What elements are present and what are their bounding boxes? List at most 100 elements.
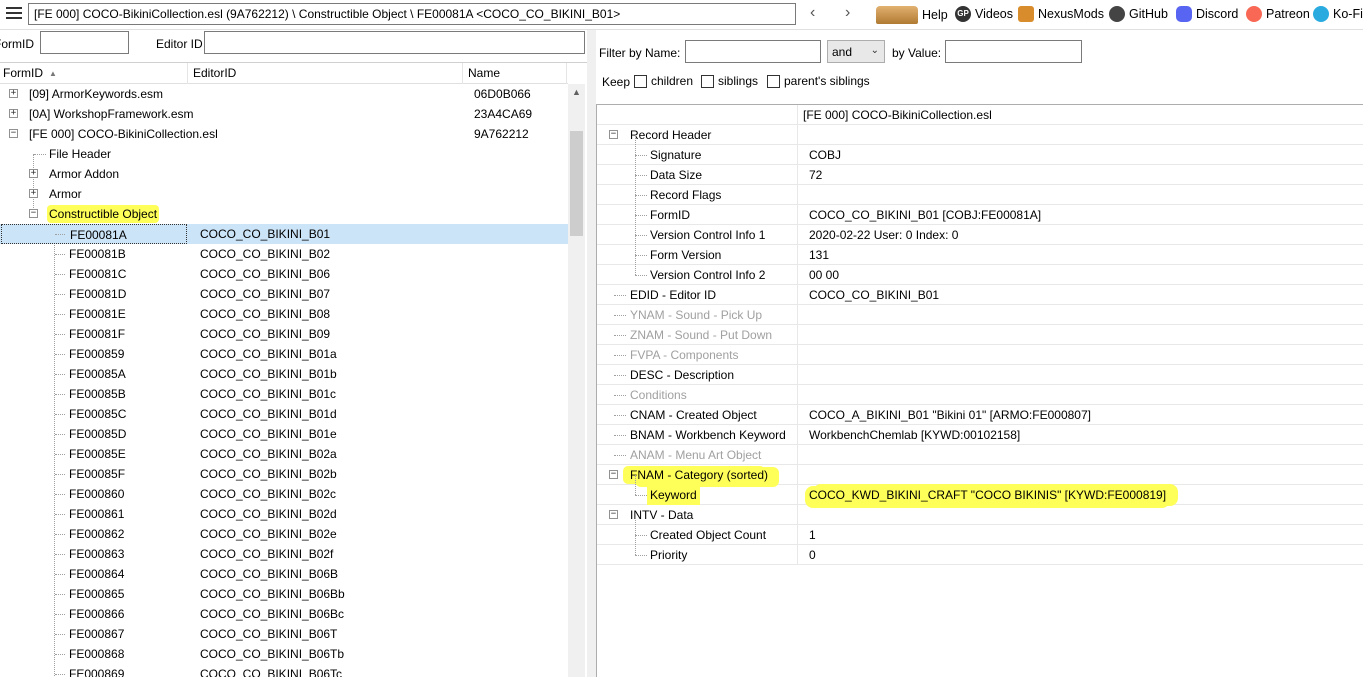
column-divider [797, 425, 798, 445]
record-view[interactable]: [FE 000] COCO-BikiniCollection.esl − Reco… [596, 104, 1363, 677]
table-row[interactable]: FE00081A COCO_CO_BIKINI_B01 [0, 224, 568, 244]
table-row[interactable]: FE000865 COCO_CO_BIKINI_B06Bb [0, 584, 568, 604]
record-path-field[interactable]: [FE 000] COCO-BikiniCollection.esl (9A76… [28, 3, 796, 25]
collapse-icon[interactable]: − [29, 209, 38, 218]
table-row[interactable]: FE00081E COCO_CO_BIKINI_B08 [0, 304, 568, 324]
record-tree[interactable]: FormID ▲ EditorID Name + [09] ArmorKeywor… [0, 62, 587, 677]
field-row[interactable]: FormID COCO_CO_BIKINI_B01 [COBJ:FE00081A] [597, 195, 1363, 225]
discord-link[interactable]: Discord [1176, 6, 1238, 22]
table-row[interactable]: FE000869 COCO_CO_BIKINI_B06Tc [0, 664, 568, 677]
table-row[interactable]: FE000860 COCO_CO_BIKINI_B02c [0, 484, 568, 504]
expand-icon[interactable]: + [29, 189, 38, 198]
field-row[interactable]: Keyword COCO_KWD_BIKINI_CRAFT "COCO BIKIN… [597, 475, 1363, 505]
field-row[interactable]: Signature COBJ [597, 135, 1363, 165]
panel-splitter[interactable] [587, 30, 596, 677]
collapse-icon[interactable]: − [9, 129, 18, 138]
column-name[interactable]: Name [468, 66, 500, 80]
table-row[interactable]: FE000863 COCO_CO_BIKINI_B02f [0, 544, 568, 564]
field-row[interactable]: ANAM - Menu Art Object [597, 445, 1363, 465]
field-row[interactable]: Version Control Info 2 00 00 [597, 255, 1363, 285]
field-row[interactable]: CNAM - Created Object COCO_A_BIKINI_B01 "… [597, 405, 1363, 425]
table-row[interactable]: FE00081B COCO_CO_BIKINI_B02 [0, 244, 568, 264]
filter-name-input[interactable] [685, 40, 821, 63]
field-row[interactable]: Version Control Info 1 2020-02-22 User: 0… [597, 215, 1363, 245]
tree-row-group[interactable]: File Header [0, 144, 568, 164]
field-row[interactable]: YNAM - Sound - Pick Up [597, 305, 1363, 325]
table-row[interactable]: FE000866 COCO_CO_BIKINI_B06Bc [0, 604, 568, 624]
nexusmods-link[interactable]: NexusMods [1018, 6, 1104, 22]
menu-icon[interactable] [6, 7, 22, 21]
table-row[interactable]: FE00081D COCO_CO_BIKINI_B07 [0, 284, 568, 304]
table-row[interactable]: FE00085C COCO_CO_BIKINI_B01d [0, 404, 568, 424]
table-row[interactable]: FE00085A COCO_CO_BIKINI_B01b [0, 364, 568, 384]
field-row[interactable]: Data Size 72 [597, 155, 1363, 185]
github-link[interactable]: GitHub [1109, 6, 1168, 22]
patreon-link[interactable]: Patreon [1246, 6, 1310, 22]
field-row[interactable]: Record Flags [597, 175, 1363, 205]
field-row[interactable]: Created Object Count 1 [597, 515, 1363, 545]
field-label: YNAM - Sound - Pick Up [630, 308, 763, 322]
table-row[interactable]: FE000862 COCO_CO_BIKINI_B02e [0, 524, 568, 544]
formid-filter-input[interactable] [40, 31, 129, 54]
record-editorid: COCO_CO_BIKINI_B01 [200, 227, 331, 241]
tree-row-group[interactable]: + Armor [0, 184, 568, 204]
field-row[interactable]: Form Version 131 [597, 235, 1363, 265]
tree-row-plugin[interactable]: − [FE 000] COCO-BikiniCollection.esl 9A7… [0, 124, 568, 144]
record-editorid: COCO_CO_BIKINI_B01d [200, 407, 337, 421]
tree-scrollbar[interactable]: ▲ [568, 84, 585, 677]
record-editorid: COCO_CO_BIKINI_B06 [200, 267, 331, 281]
column-formid[interactable]: FormID ▲ [3, 66, 57, 80]
table-row[interactable]: FE00085B COCO_CO_BIKINI_B01c [0, 384, 568, 404]
editorid-filter-input[interactable] [204, 31, 585, 54]
keep-parents-siblings-checkbox[interactable]: parent's siblings [767, 74, 870, 88]
field-row[interactable]: EDID - Editor ID COCO_CO_BIKINI_B01 [597, 285, 1363, 305]
help-link[interactable]: Help [876, 6, 948, 24]
table-row[interactable]: FE00085D COCO_CO_BIKINI_B01e [0, 424, 568, 444]
table-row[interactable]: FE00085F COCO_CO_BIKINI_B02b [0, 464, 568, 484]
field-row[interactable]: BNAM - Workbench Keyword WorkbenchChemlab… [597, 425, 1363, 445]
table-row[interactable]: FE00081C COCO_CO_BIKINI_B06 [0, 264, 568, 284]
collapse-icon[interactable]: − [609, 470, 618, 479]
field-label: Keyword [650, 488, 697, 502]
tree-row-plugin[interactable]: + [0A] WorkshopFramework.esm 23A4CA69 [0, 104, 568, 124]
record-formid: FE000862 [69, 527, 125, 541]
forward-arrow-icon[interactable]: › [845, 4, 850, 22]
collapse-icon[interactable]: − [609, 510, 618, 519]
table-row[interactable]: FE00085E COCO_CO_BIKINI_B02a [0, 444, 568, 464]
table-row[interactable]: FE00081F COCO_CO_BIKINI_B09 [0, 324, 568, 344]
field-row[interactable]: Conditions [597, 385, 1363, 405]
tree-row-group[interactable]: − Constructible Object [0, 204, 568, 224]
expand-icon[interactable]: + [9, 109, 18, 118]
tree-line [55, 374, 65, 375]
table-row[interactable]: FE000864 COCO_CO_BIKINI_B06B [0, 564, 568, 584]
scroll-up-icon[interactable]: ▲ [568, 84, 585, 101]
by-value-input[interactable] [945, 40, 1082, 63]
field-row[interactable]: − Record Header [597, 125, 1363, 145]
collapse-icon[interactable]: − [609, 130, 618, 139]
table-row[interactable]: FE000861 COCO_CO_BIKINI_B02d [0, 504, 568, 524]
table-row[interactable]: FE000859 COCO_CO_BIKINI_B01a [0, 344, 568, 364]
field-row[interactable]: − FNAM - Category (sorted) [597, 465, 1363, 485]
expand-icon[interactable]: + [9, 89, 18, 98]
field-row[interactable]: DESC - Description [597, 365, 1363, 385]
field-row[interactable]: FVPA - Components [597, 345, 1363, 365]
videos-link[interactable]: GP Videos [955, 6, 1013, 22]
table-row[interactable]: FE000868 COCO_CO_BIKINI_B06Tb [0, 644, 568, 664]
expand-icon[interactable]: + [29, 169, 38, 178]
filter-operator-select[interactable]: and ⌄ [827, 40, 885, 63]
keep-children-checkbox[interactable]: children [634, 74, 693, 88]
kofi-link[interactable]: Ko-Fi [1313, 6, 1363, 22]
table-row[interactable]: FE000867 COCO_CO_BIKINI_B06T [0, 624, 568, 644]
tree-row-group[interactable]: + Armor Addon [0, 164, 568, 184]
field-row[interactable]: − INTV - Data [597, 505, 1363, 525]
field-row[interactable]: ZNAM - Sound - Put Down [597, 325, 1363, 345]
tree-row-plugin[interactable]: + [09] ArmorKeywords.esm 06D0B066 [0, 84, 568, 104]
record-editorid: COCO_CO_BIKINI_B06Bb [200, 587, 345, 601]
scroll-thumb[interactable] [570, 131, 583, 236]
column-editorid[interactable]: EditorID [193, 66, 236, 80]
field-row[interactable]: Priority 0 [597, 535, 1363, 565]
column-divider [797, 505, 798, 525]
field-value: 131 [809, 248, 830, 262]
back-arrow-icon[interactable]: ‹ [810, 4, 815, 22]
keep-siblings-checkbox[interactable]: siblings [701, 74, 758, 88]
